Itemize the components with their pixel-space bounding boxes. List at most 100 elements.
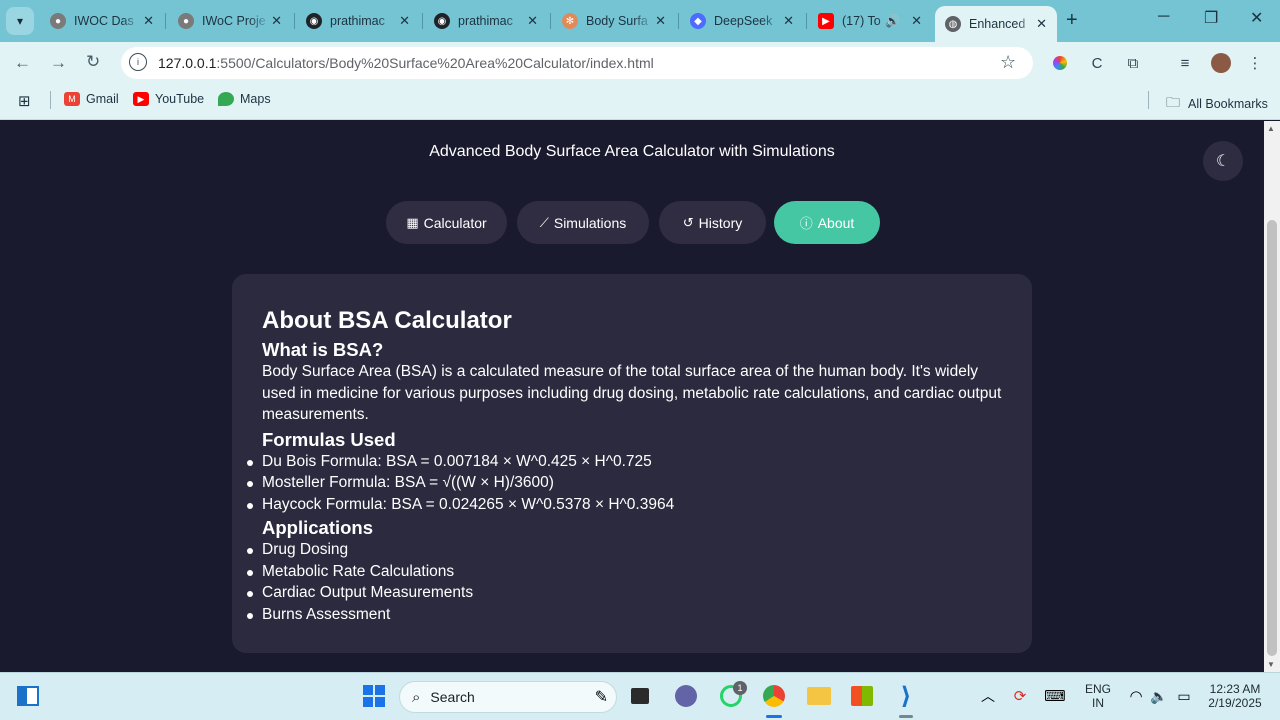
maps-icon (218, 92, 234, 106)
browser-tab[interactable]: ◉ prathimac ✕ (424, 6, 548, 36)
info-icon: ⓘ (799, 216, 813, 231)
whatsapp-badge: 1 (733, 681, 747, 695)
close-tab-icon[interactable]: ✕ (655, 13, 666, 29)
formula-item: Du Bois Formula: BSA = 0.007184 × W^0.42… (247, 451, 1002, 473)
browser-tab[interactable]: ● IWOC Das ✕ (40, 6, 164, 36)
url-text[interactable]: 127.0.0.1:5500/Calculators/Body%20Surfac… (158, 55, 654, 71)
close-window-button[interactable]: ✕ (1250, 8, 1263, 28)
chrome-icon[interactable] (760, 681, 788, 711)
what-is-bsa-text: Body Surface Area (BSA) is a calculated … (262, 363, 1002, 423)
back-button[interactable]: ← (14, 53, 31, 73)
gmail-icon: M (64, 92, 80, 106)
task-view-icon[interactable] (626, 681, 654, 711)
file-explorer-icon[interactable] (805, 681, 833, 711)
application-item: Cardiac Output Measurements (247, 582, 1002, 604)
close-tab-icon[interactable]: ✕ (911, 13, 922, 29)
browser-tab-active[interactable]: ◍ Enhanced ✕ (935, 6, 1057, 42)
browser-tab[interactable]: ▶ (17) To 🔊 ✕ (808, 6, 932, 36)
restore-button[interactable]: ❐ (1204, 8, 1218, 28)
history-icon: ↺ (682, 214, 694, 230)
audio-playing-icon[interactable]: 🔊 (885, 14, 900, 28)
close-tab-icon[interactable]: ✕ (1036, 16, 1047, 32)
bookmark-youtube[interactable]: ▶ YouTube (133, 92, 204, 106)
browser-tab[interactable]: ◉ prathimac ✕ (296, 6, 420, 36)
start-windows-icon[interactable] (360, 681, 388, 711)
tab-search-button[interactable]: ▾ (6, 7, 34, 35)
teams-icon[interactable] (672, 681, 700, 711)
github-icon: ◉ (306, 13, 322, 29)
widgets-icon[interactable] (14, 681, 42, 711)
bsa-icon: ✻ (562, 13, 578, 29)
iwoc-icon: ● (50, 13, 66, 29)
folder-icon: 🗀 (1166, 94, 1180, 110)
tab-history[interactable]: ↺ History (659, 201, 766, 244)
github-icon: ◉ (434, 13, 450, 29)
close-tab-icon[interactable]: ✕ (143, 13, 154, 29)
deepseek-icon: ◆ (690, 13, 706, 29)
profile-avatar[interactable] (1211, 53, 1231, 73)
bookmark-gmail[interactable]: M Gmail (64, 92, 119, 106)
language-indicator[interactable]: ENG IN (1080, 682, 1116, 710)
tab-simulations[interactable]: ⟋ Simulations (517, 201, 649, 244)
page-viewport: Advanced Body Surface Area Calculator wi… (0, 121, 1264, 672)
chevron-down-icon: ▾ (16, 14, 24, 28)
search-icon: ⌕ (412, 688, 421, 706)
application-item: Drug Dosing (247, 539, 1002, 561)
color-extension-icon[interactable] (1050, 53, 1070, 73)
chart-line-icon: ⟋ (539, 214, 549, 230)
minimize-button[interactable]: ─ (1158, 8, 1169, 26)
applications-heading: Applications (262, 517, 374, 538)
application-item: Burns Assessment (247, 604, 1002, 626)
bookmark-star-icon[interactable]: ☆ (1000, 52, 1016, 73)
calculator-icon: ▦ (406, 214, 419, 230)
moon-icon: ☾ (1215, 153, 1231, 170)
vscode-icon[interactable]: ⟩ (892, 681, 920, 711)
page-title: Advanced Body Surface Area Calculator wi… (429, 143, 835, 160)
site-info-icon[interactable]: i (129, 53, 147, 71)
microsoft-store-icon[interactable] (848, 681, 876, 711)
browser-tab[interactable]: ◆ DeepSeek ✕ (680, 6, 804, 36)
formula-item: Mosteller Formula: BSA = √((W × H)/3600) (247, 472, 1002, 494)
tray-overflow-chevron-icon[interactable]: ︿ (974, 681, 1002, 711)
media-controls-icon[interactable]: ≡ (1175, 53, 1195, 73)
formulas-heading: Formulas Used (262, 428, 396, 450)
volume-icon[interactable]: 🔈 (1145, 681, 1173, 711)
theme-toggle-button[interactable]: ☾ (1203, 141, 1243, 181)
browser-menu-icon[interactable]: ⋮ (1245, 53, 1265, 73)
youtube-icon: ▶ (818, 13, 834, 29)
extension-c-icon[interactable]: C (1087, 53, 1107, 73)
youtube-icon: ▶ (133, 92, 149, 106)
scroll-down-arrow-icon[interactable]: ▼ (1267, 660, 1275, 669)
bookmark-maps[interactable]: Maps (218, 92, 271, 106)
new-tab-button[interactable]: + (1066, 9, 1078, 32)
application-item: Metabolic Rate Calculations (247, 561, 1002, 583)
tab-calculator[interactable]: ▦ Calculator (386, 201, 507, 244)
about-card: About BSA Calculator What is BSA? Body S… (232, 274, 1032, 653)
tab-about[interactable]: ⓘ About (774, 201, 880, 244)
scrollbar-thumb[interactable] (1267, 220, 1277, 656)
globe-icon: ◍ (945, 16, 961, 32)
close-tab-icon[interactable]: ✕ (271, 13, 282, 29)
about-heading: About BSA Calculator (262, 307, 512, 334)
what-is-bsa-heading: What is BSA? (262, 339, 384, 360)
scroll-up-arrow-icon[interactable]: ▲ (1267, 124, 1275, 133)
extensions-puzzle-icon[interactable]: ⧉ (1123, 53, 1143, 73)
close-tab-icon[interactable]: ✕ (399, 13, 410, 29)
apps-grid-icon[interactable]: ⊞ (18, 92, 31, 110)
browser-tab[interactable]: ✻ Body Surfa ✕ (552, 6, 676, 36)
search-highlight-icon: ✎ (594, 689, 608, 706)
reload-button[interactable]: ↻ (86, 52, 100, 72)
sync-icon[interactable]: ⟳ (1006, 681, 1034, 711)
taskbar-search[interactable]: ⌕ Search ✎ (399, 681, 617, 713)
formula-item: Haycock Formula: BSA = 0.024265 × W^0.53… (247, 494, 1002, 516)
close-tab-icon[interactable]: ✕ (527, 13, 538, 29)
clock[interactable]: 12:23 AM 2/19/2025 (1200, 682, 1270, 710)
battery-icon[interactable]: ▭ (1170, 681, 1198, 711)
iwoc-icon: ● (178, 13, 194, 29)
forward-button[interactable]: → (50, 53, 67, 73)
browser-tab[interactable]: ● IWoC Proje ✕ (168, 6, 292, 36)
close-tab-icon[interactable]: ✕ (783, 13, 794, 29)
applications-list: Drug Dosing Metabolic Rate Calculations … (247, 539, 1002, 626)
keyboard-icon[interactable]: ⌨ (1041, 681, 1069, 711)
all-bookmarks-button[interactable]: 🗀 All Bookmarks (1166, 92, 1268, 116)
